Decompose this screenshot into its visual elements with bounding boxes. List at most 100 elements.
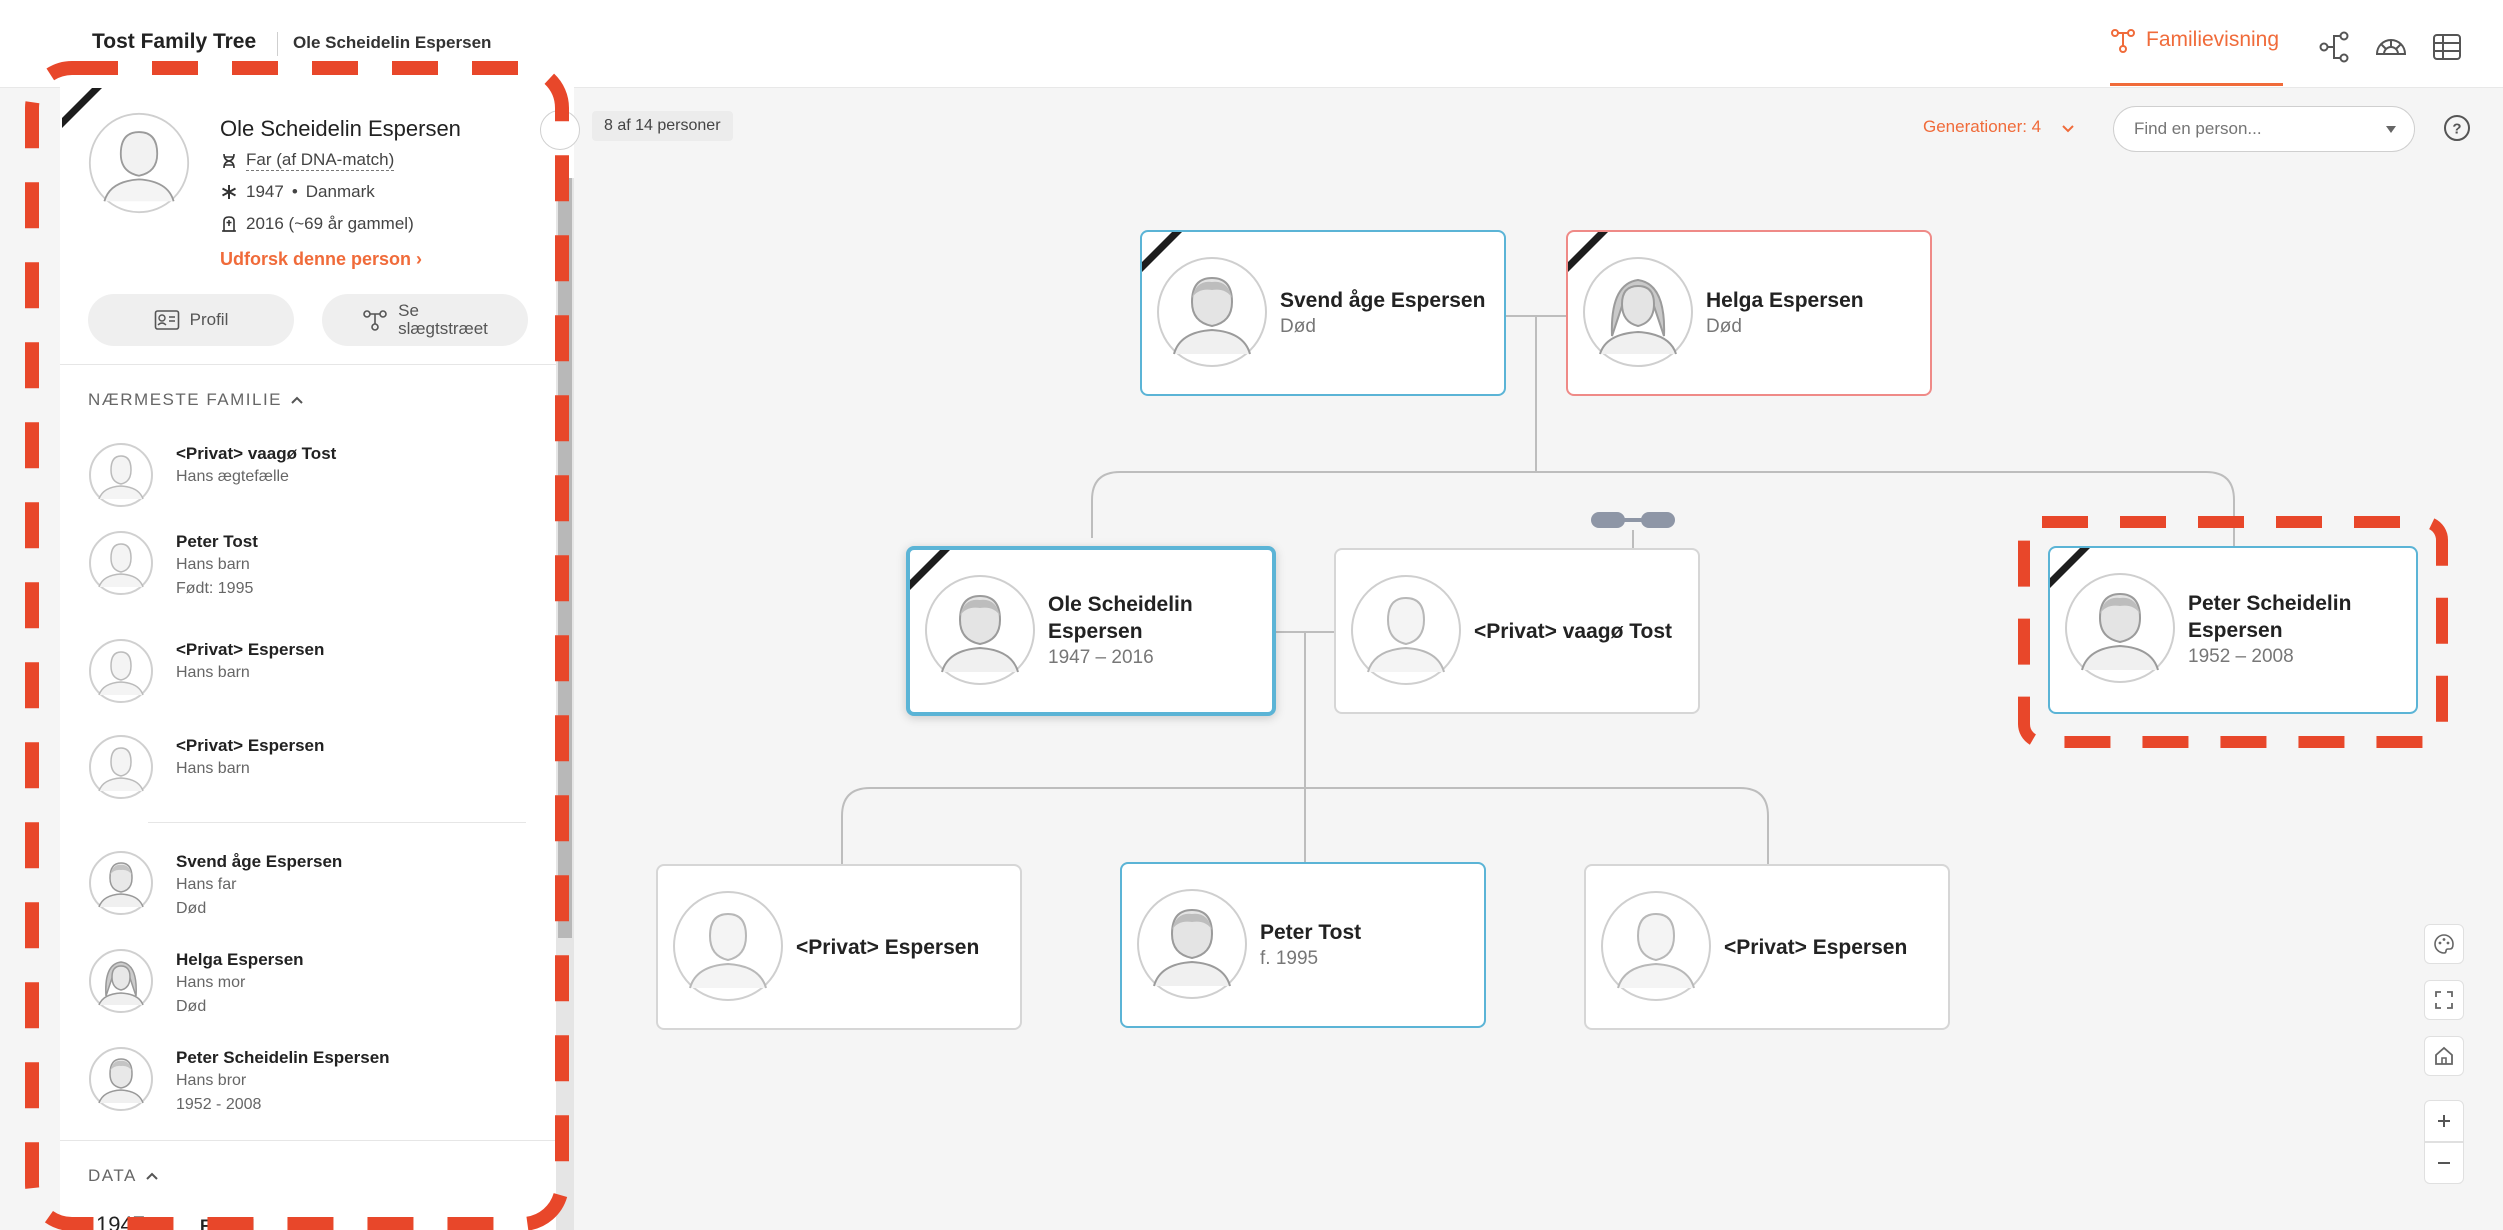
- unknown-avatar-icon: [89, 639, 153, 703]
- male-avatar-icon: [89, 851, 153, 915]
- pedigree-icon[interactable]: [2318, 30, 2352, 64]
- section-divider: [60, 364, 556, 365]
- family-detail: Død: [176, 998, 207, 1015]
- birth-year: 1947: [246, 182, 284, 201]
- family-name: <Privat> Espersen: [176, 736, 325, 755]
- birth-icon: [222, 185, 236, 199]
- person-name-line2: Espersen: [2188, 619, 2283, 642]
- person-count: 8 af 14 personer: [592, 111, 733, 141]
- deceased-ribbon-icon: [62, 88, 102, 128]
- family-item-child[interactable]: Peter Tost Hans barn Født: 1995: [88, 530, 528, 610]
- relation-row: Far (af DNA-match): [220, 150, 395, 171]
- person-card-spouse[interactable]: <Privat> vaagø Tost: [1334, 548, 1700, 714]
- deceased-ribbon-icon: [1142, 232, 1182, 272]
- family-item-spouse[interactable]: <Privat> vaagø Tost Hans ægtefælle: [88, 442, 528, 522]
- family-detail: Født: 1995: [176, 580, 254, 597]
- family-item-brother[interactable]: Peter Scheidelin Espersen Hans bror 1952…: [88, 1046, 528, 1126]
- person-card-brother[interactable]: Peter Scheidelin Espersen 1952 – 2008: [2048, 546, 2418, 714]
- generations-select[interactable]: Generationer: 4: [1923, 117, 2041, 137]
- fullscreen-icon: [2435, 991, 2453, 1009]
- person-name: Peter Tost: [1260, 920, 1362, 944]
- view-tree-label-line1: Se: [398, 301, 419, 320]
- deceased-ribbon-icon: [1568, 232, 1608, 272]
- person-name: <Privat> Espersen: [796, 935, 980, 959]
- unknown-avatar-icon: [89, 443, 153, 507]
- view-tree-button[interactable]: Se slægtstræet: [322, 294, 528, 346]
- fan-chart-icon[interactable]: [2374, 30, 2408, 64]
- zoom-out-button[interactable]: [2424, 1142, 2464, 1184]
- family-detail: 1952 - 2008: [176, 1096, 262, 1113]
- partnership-link-icon[interactable]: [1589, 509, 1677, 531]
- family-relation: Hans mor: [176, 974, 246, 991]
- profile-button[interactable]: Profil: [88, 294, 294, 346]
- person-card-child-3[interactable]: <Privat> Espersen: [1584, 864, 1950, 1030]
- gravestone-icon: [222, 216, 236, 232]
- male-avatar-icon: [89, 1047, 153, 1111]
- unknown-avatar-icon: [1351, 575, 1461, 685]
- family-relation: Hans ægtefælle: [176, 468, 289, 485]
- find-person-input[interactable]: [2113, 106, 2415, 152]
- female-avatar-icon: [89, 949, 153, 1013]
- person-card-child-1[interactable]: <Privat> Espersen: [656, 864, 1022, 1030]
- family-relation: Hans bror: [176, 1072, 247, 1089]
- focus-person-breadcrumb: Ole Scheidelin Espersen: [293, 33, 492, 52]
- dna-icon: [223, 153, 235, 168]
- family-item-father[interactable]: Svend åge Espersen Hans far Død: [88, 850, 528, 930]
- family-item-child[interactable]: <Privat> Espersen Hans barn: [88, 734, 528, 814]
- family-name: Svend åge Espersen: [176, 852, 343, 871]
- collapse-panel-button[interactable]: [540, 110, 580, 150]
- chevron-down-icon[interactable]: [2060, 121, 2076, 137]
- person-lifespan: 1952 – 2008: [2188, 646, 2294, 667]
- person-card-grandfather[interactable]: Svend åge Espersen Død: [1140, 230, 1506, 396]
- person-card-focus[interactable]: Ole Scheidelin Espersen 1947 – 2016: [906, 546, 1276, 716]
- tab-family-view[interactable]: Familievisning: [2110, 28, 2284, 86]
- home-icon: [2435, 1046, 2453, 1065]
- theme-button[interactable]: [2424, 924, 2464, 964]
- person-status: Død: [1706, 315, 1742, 337]
- death-info: 2016 (~69 år gammel): [246, 214, 414, 233]
- tree-title[interactable]: Tost Family Tree: [92, 30, 256, 54]
- section-nearest-family[interactable]: NÆRMESTE FAMILIE: [88, 390, 304, 410]
- relation-link[interactable]: Far (af DNA-match): [246, 150, 395, 171]
- birth-row: 1947 • Danmark: [220, 182, 375, 202]
- chevron-up-icon: [291, 396, 303, 404]
- fullscreen-button[interactable]: [2424, 980, 2464, 1020]
- family-relation: Hans barn: [176, 760, 250, 777]
- home-button[interactable]: [2424, 1036, 2464, 1076]
- family-item-child[interactable]: <Privat> Espersen Hans barn: [88, 638, 528, 718]
- birth-place: Danmark: [305, 182, 375, 201]
- person-name: <Privat> Espersen: [1724, 935, 1908, 959]
- panel-person-name: Ole Scheidelin Espersen: [220, 116, 461, 141]
- profile-button-label: Profil: [189, 310, 229, 329]
- section-title: DATA: [88, 1166, 137, 1185]
- section-data[interactable]: DATA: [88, 1166, 159, 1186]
- dropdown-arrow-icon[interactable]: [2384, 122, 2398, 136]
- family-name: Peter Tost: [176, 532, 258, 551]
- unknown-avatar-icon: [89, 735, 153, 799]
- view-tree-label-line2: slægtstræet: [398, 319, 488, 338]
- person-status: Død: [1280, 315, 1316, 337]
- person-name: <Privat> vaagø Tost: [1474, 619, 1673, 643]
- title-separator: [277, 32, 278, 56]
- panel-scrollbar-thumb[interactable]: [558, 178, 572, 938]
- family-relation: Hans far: [176, 876, 237, 893]
- death-row: 2016 (~69 år gammel): [220, 214, 414, 234]
- family-item-mother[interactable]: Helga Espersen Hans mor Død: [88, 948, 528, 1028]
- family-tree-icon: [363, 310, 387, 331]
- person-card-child-2[interactable]: Peter Tost f. 1995: [1120, 862, 1486, 1028]
- profile-card-icon: [154, 310, 179, 330]
- family-group-divider: [148, 822, 526, 823]
- zoom-in-icon: [2438, 1115, 2450, 1127]
- unknown-avatar-icon: [89, 531, 153, 595]
- table-view-icon[interactable]: [2430, 30, 2464, 64]
- zoom-out-icon: [2438, 1162, 2450, 1164]
- family-name: <Privat> vaagø Tost: [176, 444, 337, 463]
- person-name-line2: Espersen: [1048, 620, 1143, 643]
- zoom-in-button[interactable]: [2424, 1100, 2464, 1142]
- explore-person-link[interactable]: Udforsk denne person ›: [220, 249, 422, 270]
- male-avatar-icon: [1137, 889, 1247, 999]
- help-icon[interactable]: ?: [2442, 113, 2472, 143]
- person-birth: f. 1995: [1260, 947, 1319, 969]
- person-card-grandmother[interactable]: Helga Espersen Død: [1566, 230, 1932, 396]
- person-name: Helga Espersen: [1706, 288, 1864, 312]
